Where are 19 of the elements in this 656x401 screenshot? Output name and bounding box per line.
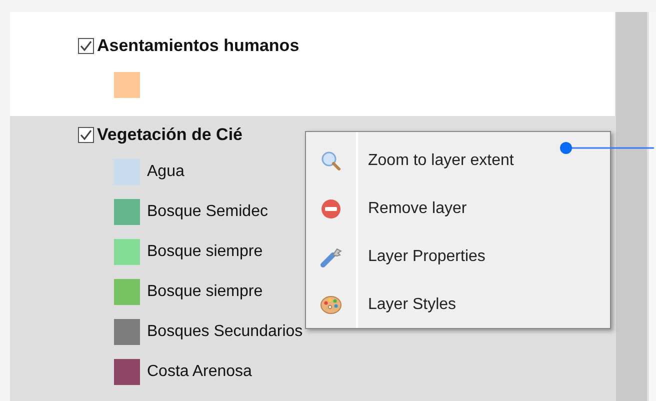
legend-label: Bosques Secundarios [147, 323, 303, 341]
legend-label: Bosque siempre [147, 243, 263, 261]
legend-label: Bosque siempre [147, 283, 263, 301]
menu-item[interactable]: Layer Styles [306, 281, 610, 329]
palette-icon [320, 294, 342, 316]
legend-label: Bosque Semidec [147, 203, 268, 221]
menu-item[interactable]: Layer Properties [306, 233, 610, 281]
magnifier-icon [320, 150, 342, 172]
layer-name[interactable]: Asentamientos humanos [97, 36, 300, 56]
layer-checkbox[interactable] [78, 127, 94, 143]
layer-checkbox[interactable] [78, 38, 94, 54]
legend-label: Costa Arenosa [147, 363, 252, 381]
scrollbar-track[interactable] [615, 12, 647, 401]
menu-item[interactable]: Zoom to layer extent [306, 137, 610, 185]
legend-label: Agua [147, 163, 184, 181]
wrench-icon [320, 246, 342, 268]
layer-name[interactable]: Vegetación de Cié [97, 125, 242, 145]
remove-icon [320, 198, 342, 220]
menu-item[interactable]: Remove layer [306, 185, 610, 233]
